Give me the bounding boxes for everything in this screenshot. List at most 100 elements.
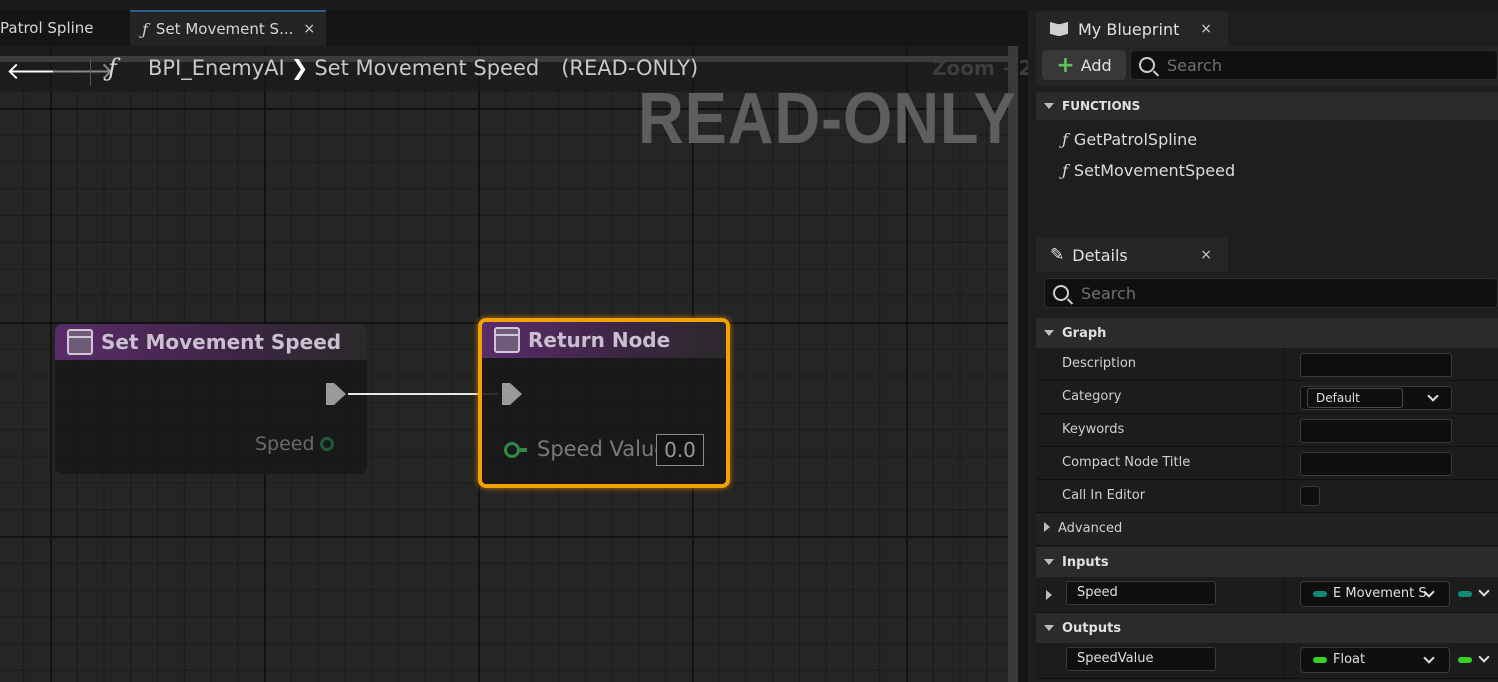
function-item-getpatrolspline[interactable]: ƒ GetPatrolSpline	[1062, 130, 1197, 149]
column-divider	[1284, 643, 1285, 679]
input-pin-row: Speed E Movement S	[1036, 577, 1498, 613]
compact-node-title-input[interactable]	[1300, 452, 1452, 476]
close-icon[interactable]: ×	[1200, 21, 1212, 37]
breadcrumb-root[interactable]: BPI_EnemyAI	[148, 56, 285, 80]
tab-my-blueprint[interactable]: My Blueprint ×	[1036, 12, 1228, 46]
row-label: Call In Editor	[1062, 488, 1146, 503]
advanced-row[interactable]: Advanced	[1036, 513, 1498, 546]
pin-type-label: Float	[1333, 652, 1366, 667]
tab-set-movement-speed[interactable]: ƒ Set Movement S... ×	[130, 10, 326, 46]
zoom-level: Zoom +2	[932, 56, 1033, 80]
chevron-down-icon	[1044, 559, 1054, 565]
inputs-section-header[interactable]: Inputs	[1036, 547, 1498, 577]
tab-patrol-spline[interactable]: Patrol Spline	[0, 10, 126, 46]
container-type-color[interactable]	[1458, 591, 1472, 597]
tab-label: Set Movement S...	[155, 20, 294, 38]
function-icon: ƒ	[142, 19, 148, 39]
top-strip	[0, 0, 1498, 10]
container-type-color[interactable]	[1458, 657, 1472, 663]
function-icon: ƒ	[108, 54, 117, 82]
function-icon: ƒ	[1062, 130, 1068, 149]
column-divider	[1284, 480, 1285, 513]
category-row: Category Default	[1036, 381, 1498, 414]
chevron-right-icon	[1044, 522, 1050, 532]
node-header: Set Movement Speed	[55, 324, 367, 360]
input-pin-name-field[interactable]: Speed	[1066, 581, 1216, 605]
function-item-setmovementspeed[interactable]: ƒ SetMovementSpeed	[1062, 161, 1235, 180]
section-label: FUNCTIONS	[1062, 99, 1141, 113]
pin-type-color	[1313, 657, 1327, 663]
chevron-right-icon: ❯	[290, 56, 309, 80]
chevron-down-icon	[1423, 652, 1435, 664]
add-button[interactable]: + Add	[1042, 50, 1126, 80]
node-title: Set Movement Speed	[101, 330, 342, 354]
exec-input-pin[interactable]	[502, 383, 522, 405]
tab-label: Patrol Spline	[0, 19, 94, 37]
functions-section-header[interactable]: FUNCTIONS	[1036, 92, 1498, 120]
close-icon[interactable]: ×	[303, 21, 315, 37]
column-divider	[1284, 577, 1285, 613]
forward-arrow-icon[interactable]: 🡒	[50, 56, 114, 85]
pin-type-label: E Movement S	[1333, 586, 1427, 601]
function-entry-node[interactable]: Set Movement Speed	[55, 324, 367, 474]
advanced-label: Advanced	[1044, 521, 1122, 536]
node-title: Return Node	[528, 328, 671, 352]
chevron-down-icon[interactable]	[1427, 390, 1439, 402]
chevron-down-icon	[1044, 103, 1054, 109]
pencil-icon: ✎	[1050, 245, 1065, 265]
divider	[90, 58, 91, 86]
outputs-section-header[interactable]: Outputs	[1036, 613, 1498, 643]
search-icon	[1139, 57, 1155, 73]
function-icon: ƒ	[1062, 161, 1068, 180]
tab-label: My Blueprint	[1078, 19, 1180, 39]
section-label: Outputs	[1062, 620, 1122, 636]
row-label: Keywords	[1062, 422, 1125, 437]
pin-type-color	[1313, 591, 1327, 597]
speed-output-pin[interactable]	[320, 437, 334, 451]
output-pin-name-field[interactable]: SpeedValue	[1066, 647, 1216, 671]
category-value[interactable]: Default	[1307, 388, 1403, 408]
column-divider	[1284, 447, 1285, 480]
search-placeholder: Search	[1167, 55, 1222, 75]
function-label: SetMovementSpeed	[1073, 161, 1236, 180]
column-divider	[1284, 348, 1285, 381]
exec-output-pin[interactable]	[326, 383, 346, 405]
function-label: GetPatrolSpline	[1073, 130, 1198, 149]
chevron-down-icon	[1044, 330, 1054, 336]
row-label: Compact Node Title	[1062, 455, 1191, 470]
exec-wire[interactable]	[348, 393, 498, 395]
book-icon	[1050, 22, 1068, 36]
section-label: Inputs	[1062, 554, 1109, 570]
breadcrumb: BPI_EnemyAI ❯ Set Movement Speed (READ-ONLY…	[148, 56, 698, 80]
speed-value-input-pin[interactable]	[504, 442, 527, 458]
keywords-input[interactable]	[1300, 419, 1452, 443]
chevron-right-icon[interactable]	[1046, 590, 1052, 600]
pin-label: Speed	[255, 433, 315, 455]
close-icon[interactable]: ×	[1200, 247, 1212, 263]
column-divider	[1284, 414, 1285, 447]
description-input[interactable]	[1300, 353, 1452, 377]
graph-section-header[interactable]: Graph	[1036, 318, 1498, 348]
node-header: Return Node	[482, 322, 726, 358]
search-placeholder: Search	[1081, 283, 1136, 303]
call-in-editor-row: Call In Editor	[1036, 480, 1498, 513]
add-label: Add	[1080, 55, 1112, 75]
my-blueprint-search-input[interactable]: Search	[1130, 50, 1498, 80]
compact-node-title-row: Compact Node Title	[1036, 447, 1498, 480]
read-only-watermark: READ-ONLY	[638, 79, 1017, 159]
output-pin-type-select[interactable]: Float	[1300, 647, 1450, 673]
category-combo[interactable]: Default	[1300, 386, 1452, 410]
chevron-down-icon[interactable]	[1478, 651, 1490, 663]
call-in-editor-checkbox[interactable]	[1300, 486, 1320, 506]
output-pin-row: SpeedValue Float	[1036, 643, 1498, 679]
details-search-input[interactable]: Search	[1044, 278, 1498, 308]
breadcrumb-leaf: Set Movement Speed	[314, 56, 540, 80]
row-label: Category	[1062, 389, 1122, 404]
description-row: Description	[1036, 348, 1498, 381]
speed-value-input[interactable]: 0.0	[656, 434, 704, 466]
plus-icon: +	[1056, 52, 1075, 78]
input-pin-type-select[interactable]: E Movement S	[1300, 581, 1450, 607]
tab-details[interactable]: ✎ Details ×	[1036, 238, 1228, 272]
chevron-down-icon[interactable]	[1478, 585, 1490, 597]
row-label: Description	[1062, 356, 1137, 371]
